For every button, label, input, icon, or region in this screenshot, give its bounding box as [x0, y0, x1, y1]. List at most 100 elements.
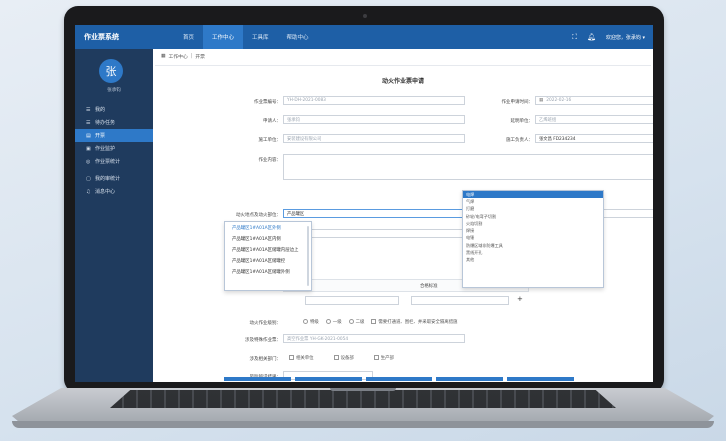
- sidebar-item-label: 作业监护: [95, 146, 116, 152]
- sidebar-item-todo[interactable]: ☰ 待办任务: [75, 116, 153, 129]
- bell-icon[interactable]: 🔔︎: [587, 33, 596, 41]
- breadcrumb-separator: |: [190, 54, 193, 59]
- action-button-bar: [224, 377, 574, 381]
- location-field[interactable]: 产品罐区: [283, 209, 465, 218]
- calendar-icon: ▦: [539, 98, 544, 103]
- method-option[interactable]: 打磨: [463, 206, 603, 213]
- ticket-no-field: YH-DH-2021-0083: [283, 96, 465, 105]
- app-title: 作业票系统: [84, 33, 119, 41]
- location-option[interactable]: 产品罐区1#A01A区储罐内层边上: [225, 244, 311, 255]
- content-label: 作业内容：: [258, 158, 282, 163]
- fullscreen-icon[interactable]: ⛶: [572, 33, 577, 42]
- apply-unit-label: 延明单位：: [510, 119, 534, 124]
- sidebar-item-label: 消息中心: [95, 189, 116, 195]
- message-icon: ♫: [86, 188, 91, 195]
- sidebar-item-label: 开票: [95, 133, 106, 139]
- dept-option-production[interactable]: 生产部: [373, 355, 394, 361]
- sidebar-user-name: 张承钧: [107, 88, 121, 93]
- nav-help[interactable]: 帮助中心: [278, 25, 318, 49]
- level-label: 动火作业级别：: [249, 321, 282, 326]
- dropdown-scrollbar[interactable]: [307, 226, 309, 286]
- method-option[interactable]: 黑线开孔: [463, 249, 603, 256]
- applicant-label: 申请人：: [263, 119, 281, 124]
- list-icon: ☰: [86, 119, 91, 126]
- add-row-icon[interactable]: +: [517, 295, 523, 303]
- sidebar-item-open-ticket[interactable]: ▤ 开票: [75, 129, 153, 142]
- location-option[interactable]: 产品罐区1#A01A区外侧: [225, 222, 311, 233]
- location-option[interactable]: 产品罐区1#A01A区储罐外侧: [225, 266, 311, 277]
- apply-time-field[interactable]: ▦ 2022-02-16: [535, 96, 653, 105]
- apply-unit-field: 乙烯班组: [535, 115, 653, 124]
- laptop-keyboard: [110, 390, 616, 408]
- location-option[interactable]: 产品罐区1#A01A区储罐控: [225, 255, 311, 266]
- action-button[interactable]: [224, 377, 291, 381]
- construction-unit-label: 施工单位：: [258, 138, 282, 143]
- ticket-icon: ▤: [86, 132, 91, 139]
- welcome-user[interactable]: 欢迎您，张承钧 ▾: [606, 34, 645, 41]
- action-button[interactable]: [507, 377, 574, 381]
- home-icon[interactable]: ▦: [161, 54, 166, 59]
- method-dropdown: 电焊 气焊 打磨 砂轮/电弯子切割 火焰切割 焊接 电锤 防爆区域非防爆工具 黑…: [462, 190, 604, 288]
- construction-lead-label: 施工负责人：: [506, 138, 533, 143]
- method-option[interactable]: 防爆区域非防爆工具: [463, 242, 603, 249]
- level-check[interactable]: 需要打通道、围栏、并采取安全隔离措施: [371, 319, 457, 325]
- monitor-icon: ▣: [86, 145, 91, 152]
- gas-name-input[interactable]: [305, 296, 399, 305]
- location-label: 动火地点及动火部位：: [236, 213, 281, 218]
- breadcrumb-current: 开票: [195, 55, 205, 60]
- nav-tools[interactable]: 工具库: [243, 25, 278, 49]
- laptop-base-lip: [12, 421, 714, 428]
- list-icon: ☰: [86, 106, 91, 113]
- stats-icon: ◎: [86, 158, 91, 165]
- ticket-no-label: 作业票编号：: [254, 100, 281, 105]
- gas-standard-input[interactable]: [411, 296, 509, 305]
- sidebar-item-messages[interactable]: ♫ 消息中心: [75, 185, 153, 198]
- action-button[interactable]: [436, 377, 504, 381]
- method-option[interactable]: 砂轮/电弯子切割: [463, 213, 603, 220]
- action-button[interactable]: [365, 377, 433, 381]
- method-option[interactable]: 电焊: [463, 191, 603, 199]
- level-radio-group: 特级 一级 二级 需要打通道、围栏、并采取安全隔离措施: [303, 319, 457, 325]
- nav-work-center[interactable]: 工作中心: [203, 25, 244, 49]
- method-option[interactable]: 气焊: [463, 198, 603, 205]
- action-button[interactable]: [294, 377, 362, 381]
- method-option[interactable]: 焊接: [463, 227, 603, 234]
- method-option[interactable]: 火焰切割: [463, 220, 603, 227]
- dept-option-equipment[interactable]: 设备部: [333, 355, 354, 361]
- sidebar-item-monitor[interactable]: ▣ 作业监护: [75, 142, 153, 155]
- method-option[interactable]: 其他: [463, 257, 603, 264]
- sidebar-item-my-stats[interactable]: ▢ 我的审统计: [75, 172, 153, 185]
- sidebar-item-label: 我的审统计: [95, 176, 121, 182]
- method-option[interactable]: 电锤: [463, 235, 603, 242]
- breadcrumb-home[interactable]: 工作中心: [169, 53, 188, 60]
- doc-icon: ▢: [86, 175, 91, 182]
- level-option-special[interactable]: 特级: [303, 319, 319, 325]
- sidebar-item-stats[interactable]: ◎ 作业票统计: [75, 155, 153, 168]
- related-ticket-label: 涉及特殊作业票：: [245, 338, 281, 343]
- sidebar: 张 张承钧 ☰ 我的 ☰ 待办任务 ▤ 开票 ▣ 作业监护 ◎ 作业票统计 ▢ …: [75, 49, 153, 382]
- sidebar-item-mine[interactable]: ☰ 我的: [75, 103, 153, 116]
- dept-option-related[interactable]: 相关单位: [289, 355, 314, 361]
- applicant-field: 张承钧: [283, 115, 465, 124]
- location-option[interactable]: 产品罐区1#A01A区内侧: [225, 233, 311, 244]
- breadcrumb: ▦ 工作中心 | 开票: [161, 53, 205, 60]
- top-nav: 首页 工作中心 工具库 帮助中心: [174, 25, 318, 49]
- form-title: 动火作业票申请: [381, 78, 424, 85]
- nav-home[interactable]: 首页: [174, 25, 203, 49]
- apply-time-value: 2022-02-16: [546, 98, 572, 103]
- app-screen: 作业票系统 首页 工作中心 工具库 帮助中心 ⛶ 🔔︎ 欢迎您，张承钧 ▾ 张 …: [75, 25, 653, 382]
- level-option-one[interactable]: 一级: [325, 319, 342, 325]
- top-right-area: ⛶ 🔔︎ 欢迎您，张承钧 ▾: [572, 33, 653, 42]
- level-option-two[interactable]: 二级: [348, 319, 364, 325]
- construction-unit-field[interactable]: 安装建设有限公司: [283, 134, 465, 143]
- related-ticket-select[interactable]: 高空作业票 YH-GK-2021-0054: [283, 334, 465, 343]
- laptop-notch: [330, 388, 396, 391]
- sidebar-item-label: 作业票统计: [95, 159, 121, 165]
- avatar[interactable]: 张: [99, 59, 123, 83]
- camera-dot: [363, 14, 367, 18]
- construction-lead-field[interactable]: 张文昌 FD234234: [535, 134, 653, 143]
- related-dept-label: 涉及相关部门：: [249, 357, 282, 362]
- top-bar: 作业票系统 首页 工作中心 工具库 帮助中心 ⛶ 🔔︎ 欢迎您，张承钧 ▾: [75, 25, 653, 49]
- apply-time-label: 作业申请时间：: [501, 100, 534, 105]
- content-textarea[interactable]: [283, 154, 653, 180]
